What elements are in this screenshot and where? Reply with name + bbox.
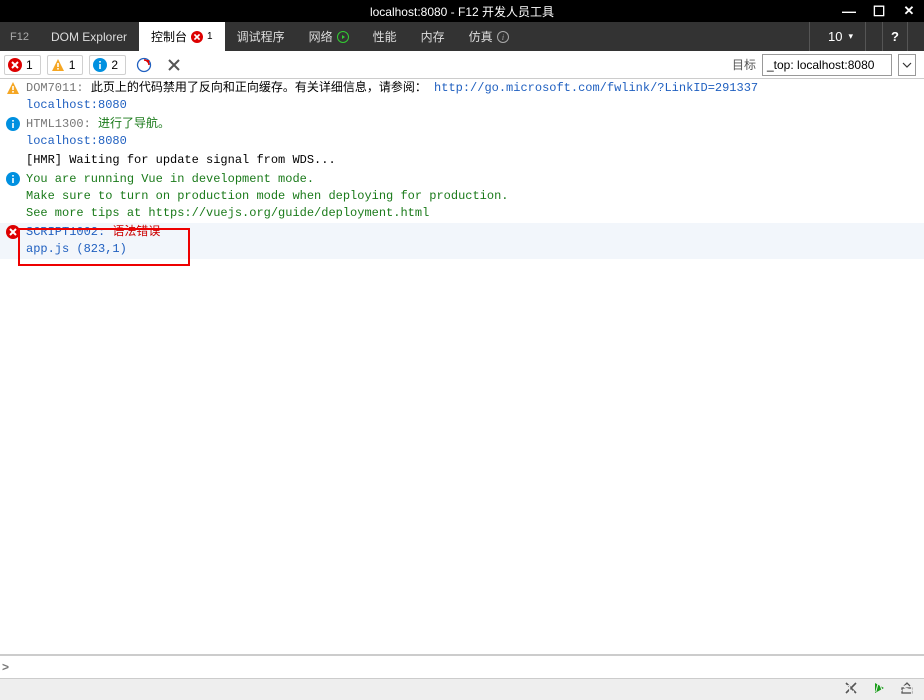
f12-label: F12 <box>0 22 39 51</box>
warning-icon <box>6 81 20 95</box>
message-source[interactable]: localhost:8080 <box>26 97 924 114</box>
console-message-warning[interactable]: DOM7011: 此页上的代码禁用了反向和正向缓存。有关详细信息，请参阅： ht… <box>0 79 924 115</box>
warning-icon <box>51 58 65 72</box>
message-source[interactable]: app.js (823,1) <box>26 241 924 258</box>
message-code: HTML1300: <box>26 117 98 131</box>
maximize-button[interactable]: ☐ <box>864 0 894 22</box>
svg-text:i: i <box>502 33 504 42</box>
chevron-down-icon <box>902 62 912 68</box>
right-toolbar: 10 ▾ ? <box>809 22 924 51</box>
console-prompt: > <box>2 660 9 674</box>
play-icon <box>872 681 886 695</box>
status-bar <box>0 678 924 700</box>
close-button[interactable]: ✕ <box>894 0 924 22</box>
console-output: DOM7011: 此页上的代码禁用了反向和正向缓存。有关详细信息，请参阅： ht… <box>0 79 924 676</box>
info-icon: i <box>497 31 509 43</box>
close-icon <box>844 681 858 695</box>
target-dropdown[interactable] <box>898 54 916 76</box>
close-console-button[interactable] <box>844 681 858 698</box>
tab-console[interactable]: 控制台 1 <box>139 22 225 51</box>
error-icon <box>191 31 203 43</box>
refresh-button[interactable] <box>132 53 156 77</box>
play-icon <box>337 31 349 43</box>
minimize-button[interactable]: — <box>834 0 864 22</box>
device-selector[interactable]: 10 ▾ <box>809 22 865 51</box>
window-controls: — ☐ ✕ <box>834 0 924 22</box>
tab-dom-explorer[interactable]: DOM Explorer <box>39 22 139 51</box>
filter-errors[interactable]: 1 <box>4 55 41 75</box>
tab-emulation[interactable]: 仿真 i <box>457 22 521 51</box>
tab-bar: F12 DOM Explorer 控制台 1 调试程序 网络 性能 内存 仿真 … <box>0 22 924 51</box>
clear-button[interactable] <box>162 53 186 77</box>
window-titlebar: localhost:8080 - F12 开发人员工具 — ☐ ✕ <box>0 0 924 22</box>
filter-bar: 1 1 2 目标 _top: localhost:8080 <box>0 51 924 79</box>
refresh-icon <box>136 57 152 73</box>
tab-network[interactable]: 网络 <box>297 22 361 51</box>
run-button[interactable] <box>872 681 886 698</box>
console-input[interactable] <box>13 660 922 674</box>
tab-debugger[interactable]: 调试程序 <box>225 22 297 51</box>
filter-warnings[interactable]: 1 <box>47 55 84 75</box>
info-icon <box>6 172 20 186</box>
tab-performance[interactable]: 性能 <box>361 22 409 51</box>
console-input-bar: > <box>0 654 924 678</box>
message-link[interactable]: http://go.microsoft.com/fwlink/?LinkID=2… <box>434 81 758 95</box>
window-title: localhost:8080 - F12 开发人员工具 <box>370 3 554 20</box>
tab-memory[interactable]: 内存 <box>409 22 457 51</box>
target-label: 目标 <box>732 56 756 73</box>
error-icon <box>6 225 20 239</box>
info-icon <box>93 58 107 72</box>
console-message-error[interactable]: SCRIPT1002: 语法错误 app.js (823,1) <box>0 223 924 259</box>
clear-icon <box>166 57 182 73</box>
console-message-info[interactable]: HTML1300: 进行了导航。 localhost:8080 <box>0 115 924 151</box>
error-icon <box>8 58 22 72</box>
target-area: 目标 _top: localhost:8080 <box>732 54 920 76</box>
unpin-button[interactable] <box>907 22 924 51</box>
expand-icon <box>900 681 914 695</box>
message-code: DOM7011: <box>26 81 91 95</box>
expand-button[interactable] <box>900 681 914 698</box>
filter-info[interactable]: 2 <box>89 55 126 75</box>
console-message-info[interactable]: You are running Vue in development mode.… <box>0 170 924 223</box>
console-message-log[interactable]: [HMR] Waiting for update signal from WDS… <box>0 151 924 170</box>
target-select[interactable]: _top: localhost:8080 <box>762 54 892 76</box>
message-source[interactable]: localhost:8080 <box>26 133 924 150</box>
info-icon <box>6 117 20 131</box>
help-button[interactable]: ? <box>882 22 907 51</box>
message-code: SCRIPT1002: <box>26 225 112 239</box>
step-button[interactable] <box>865 22 882 51</box>
